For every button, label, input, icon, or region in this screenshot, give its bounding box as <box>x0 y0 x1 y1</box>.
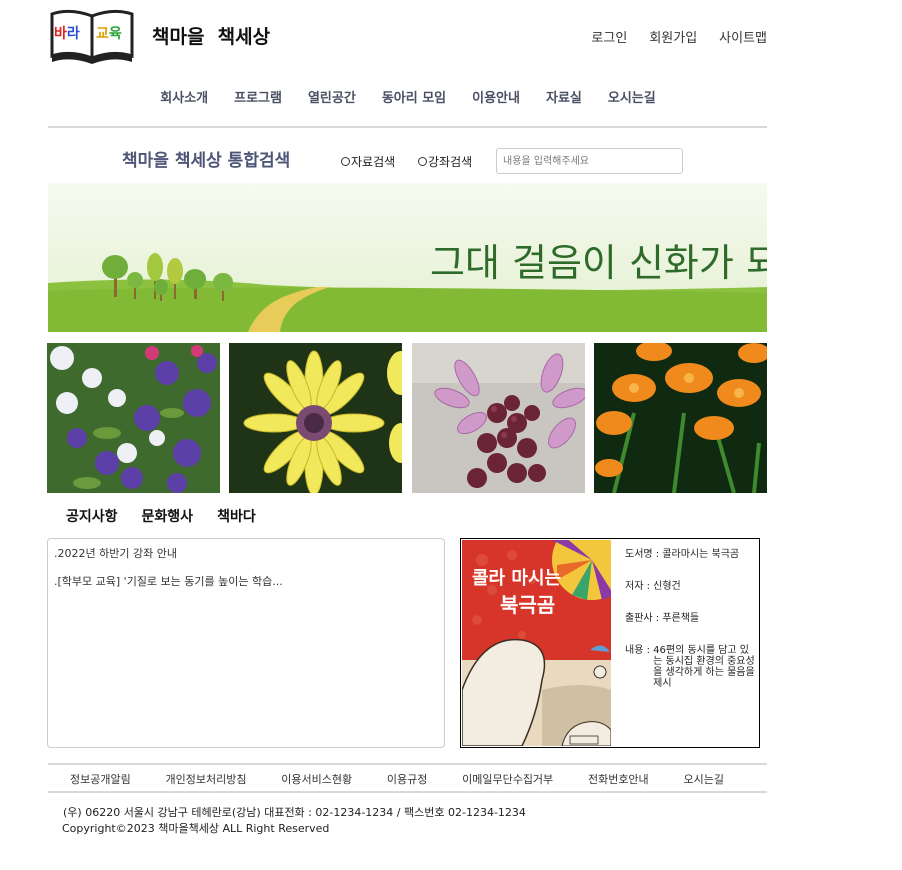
book-author-value: 신형건 <box>653 581 681 592</box>
flower-photo-4[interactable] <box>594 343 767 493</box>
footer-top-divider <box>48 763 767 765</box>
book-info: 도서명 : 콜라마시는 북극곰 저자 : 신형건 출판사 : 푸른책들 내용 :… <box>625 549 755 710</box>
flower-photo-3[interactable] <box>412 343 585 493</box>
radio-material-search[interactable]: 자료검색 <box>341 153 395 170</box>
login-link[interactable]: 로그인 <box>591 27 627 46</box>
book-content-row: 내용 : 46편의 동시를 담고 있는 동시집 환경의 중요성을 생각하게 하는… <box>625 645 755 689</box>
footer-links: 정보공개알림 개인정보처리방침 이용서비스현황 이용규정 이메일무단수집거부 전… <box>48 771 748 787</box>
search-title: 책마을 책세상 통합검색 <box>122 151 291 171</box>
flower-photo-2[interactable] <box>229 343 402 493</box>
book-cover-image[interactable]: 콜라 마시는 북극곰 <box>462 540 611 746</box>
signup-link[interactable]: 회원가입 <box>649 27 697 46</box>
site-logo[interactable]: 바라 교육 <box>48 8 136 64</box>
book-title-value: 콜라마시는 북극곰 <box>662 549 740 560</box>
notice-item[interactable]: .[학부모 교육] '기질로 보는 동기를 높이는 학습... <box>54 573 438 589</box>
book-publisher-label: 출판사 : <box>625 613 663 624</box>
nav-item-program[interactable]: 프로그램 <box>234 87 282 106</box>
svg-text:교육: 교육 <box>96 26 122 42</box>
nav-item-club[interactable]: 동아리 모임 <box>382 87 446 106</box>
footer-link-privacy[interactable]: 개인정보처리방침 <box>166 771 247 787</box>
book-publisher-row: 출판사 : 푸른책들 <box>625 613 755 624</box>
footer-link-phone[interactable]: 전화번호안내 <box>588 771 649 787</box>
content-tabs: 공지사항 문화행사 책바다 <box>66 506 280 526</box>
logo-text-left-2: 라 <box>67 26 80 42</box>
main-banner: 그대 걸음이 신화가 되다 <box>48 183 767 332</box>
book-cover-title-line2: 북극곰 <box>500 593 555 617</box>
nav-item-guide[interactable]: 이용안내 <box>472 87 520 106</box>
footer-link-directions[interactable]: 오시는길 <box>683 771 723 787</box>
radio-course-label: 강좌검색 <box>428 155 473 169</box>
tab-culture-events[interactable]: 문화행사 <box>142 506 194 526</box>
tab-notices[interactable]: 공지사항 <box>66 506 118 526</box>
book-publisher-value: 푸른책들 <box>662 613 700 624</box>
footer-address: (우) 06220 서울시 강남구 테헤란로(강남) 대표전화 : 02-123… <box>63 806 526 819</box>
banner-slogan: 그대 걸음이 신화가 되다 <box>430 241 767 285</box>
radio-circle-icon[interactable] <box>341 157 350 166</box>
tab-book-sea[interactable]: 책바다 <box>217 506 256 526</box>
radio-material-label: 자료검색 <box>351 155 396 169</box>
nav-item-directions[interactable]: 오시는길 <box>608 87 656 106</box>
main-nav: 회사소개 프로그램 열린공간 동아리 모임 이용안내 자료실 오시는길 <box>48 87 768 106</box>
book-cover-title-line1: 콜라 마시는 <box>472 568 561 589</box>
radio-course-search[interactable]: 강좌검색 <box>418 153 472 170</box>
logo-text-right-1: 교 <box>96 26 109 42</box>
footer-copyright: Copyright©2023 책마을책세상 ALL Right Reserved <box>62 822 330 835</box>
book-content-value: 46편의 동시를 담고 있는 동시집 환경의 중요성을 생각하게 하는 물음을 … <box>653 645 755 689</box>
footer-link-service-status[interactable]: 이용서비스현황 <box>281 771 352 787</box>
book-title-row: 도서명 : 콜라마시는 북극곰 <box>625 549 755 560</box>
footer-link-terms[interactable]: 이용규정 <box>387 771 427 787</box>
top-links: 로그인 회원가입 사이트맵 <box>569 27 767 46</box>
book-author-label: 저자 : <box>625 581 654 592</box>
banner-illustration: 그대 걸음이 신화가 되다 <box>48 183 767 332</box>
flower-photo-1[interactable] <box>47 343 220 493</box>
notice-item[interactable]: .2022년 하반기 강좌 안내 <box>54 545 438 561</box>
book-content-label: 내용 : <box>625 645 654 656</box>
footer-link-disclosure[interactable]: 정보공개알림 <box>70 771 131 787</box>
book-title-label: 도서명 : <box>625 549 663 560</box>
logo-text-right-2: 육 <box>109 26 122 42</box>
header-divider <box>48 126 767 128</box>
site-title[interactable]: 책마을 책세상 <box>152 22 270 49</box>
logo-text-left-1: 바 <box>54 26 67 42</box>
svg-text:바라: 바라 <box>54 26 80 42</box>
nav-item-open-space[interactable]: 열린공간 <box>308 87 356 106</box>
footer-bottom-divider <box>48 791 767 793</box>
sitemap-link[interactable]: 사이트맵 <box>719 27 767 46</box>
nav-item-archive[interactable]: 자료실 <box>546 87 582 106</box>
footer-link-email-refusal[interactable]: 이메일무단수집거부 <box>462 771 553 787</box>
nav-item-company[interactable]: 회사소개 <box>160 87 208 106</box>
radio-circle-icon[interactable] <box>418 157 427 166</box>
book-author-row: 저자 : 신형건 <box>625 581 755 592</box>
notice-panel: .2022년 하반기 강좌 안내 .[학부모 교육] '기질로 보는 동기를 높… <box>47 538 445 748</box>
search-input[interactable] <box>496 148 683 174</box>
book-panel: 콜라 마시는 북극곰 도서명 : 콜라마시는 북극곰 저자 : 신형건 출판사 … <box>460 538 760 748</box>
